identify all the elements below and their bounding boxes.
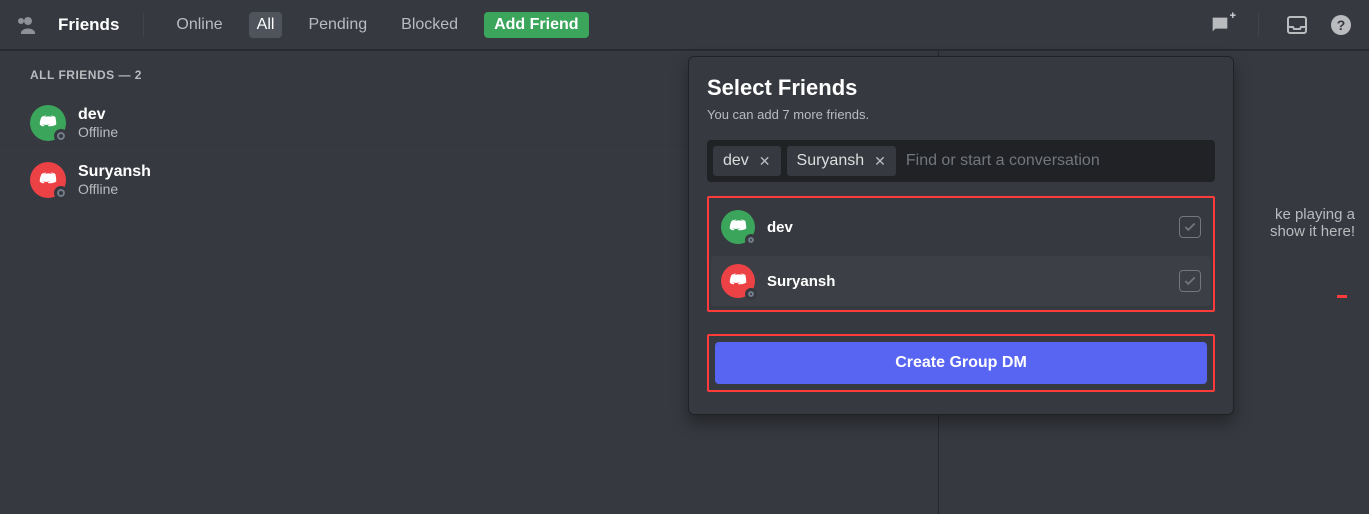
friends-icon xyxy=(16,13,40,37)
status-offline-icon xyxy=(54,186,68,200)
svg-text:?: ? xyxy=(1337,17,1346,33)
chip-remove-icon[interactable]: ✕ xyxy=(874,153,886,170)
chip-label: dev xyxy=(723,152,749,170)
result-name: Suryansh xyxy=(767,273,835,290)
checkbox-icon[interactable] xyxy=(1179,216,1201,238)
plus-badge-icon: + xyxy=(1230,10,1236,22)
friend-status: Offline xyxy=(78,181,151,197)
result-row-suryansh[interactable]: Suryansh xyxy=(711,256,1211,306)
result-row-dev[interactable]: dev xyxy=(711,202,1211,252)
tab-blocked[interactable]: Blocked xyxy=(393,12,466,38)
search-input[interactable] xyxy=(902,146,1209,176)
result-name: dev xyxy=(767,219,793,236)
new-group-dm-icon[interactable]: + xyxy=(1208,13,1232,37)
selected-chips-row: dev ✕ Suryansh ✕ xyxy=(707,140,1215,182)
tab-online[interactable]: Online xyxy=(168,12,230,38)
tab-pending[interactable]: Pending xyxy=(300,12,375,38)
chip-dev[interactable]: dev ✕ xyxy=(713,146,781,176)
avatar xyxy=(30,105,66,141)
tab-all[interactable]: All xyxy=(249,12,283,38)
status-offline-icon xyxy=(54,129,68,143)
select-friends-popover: Select Friends You can add 7 more friend… xyxy=(688,56,1234,415)
inbox-icon[interactable] xyxy=(1285,13,1309,37)
chip-remove-icon[interactable]: ✕ xyxy=(759,153,771,170)
popover-title: Select Friends xyxy=(707,75,1215,101)
friend-status: Offline xyxy=(78,124,118,140)
annotation-box: dev Suryansh xyxy=(707,196,1215,312)
divider xyxy=(1258,13,1259,37)
add-friend-button[interactable]: Add Friend xyxy=(484,12,588,38)
topbar: Friends Online All Pending Blocked Add F… xyxy=(0,0,1369,50)
avatar xyxy=(721,210,755,244)
chip-label: Suryansh xyxy=(797,152,865,170)
page-title: Friends xyxy=(58,15,119,35)
friend-name: dev xyxy=(78,106,118,124)
friend-name: Suryansh xyxy=(78,163,151,181)
avatar xyxy=(30,162,66,198)
annotation-box: Create Group DM xyxy=(707,334,1215,392)
popover-subtitle: You can add 7 more friends. xyxy=(707,107,1215,122)
help-icon[interactable]: ? xyxy=(1329,13,1353,37)
status-offline-icon xyxy=(745,234,757,246)
chip-suryansh[interactable]: Suryansh ✕ xyxy=(787,146,896,176)
annotation-marker xyxy=(1337,295,1347,298)
status-offline-icon xyxy=(745,288,757,300)
divider xyxy=(143,13,144,37)
checkbox-icon[interactable] xyxy=(1179,270,1201,292)
create-group-dm-button[interactable]: Create Group DM xyxy=(715,342,1207,384)
avatar xyxy=(721,264,755,298)
